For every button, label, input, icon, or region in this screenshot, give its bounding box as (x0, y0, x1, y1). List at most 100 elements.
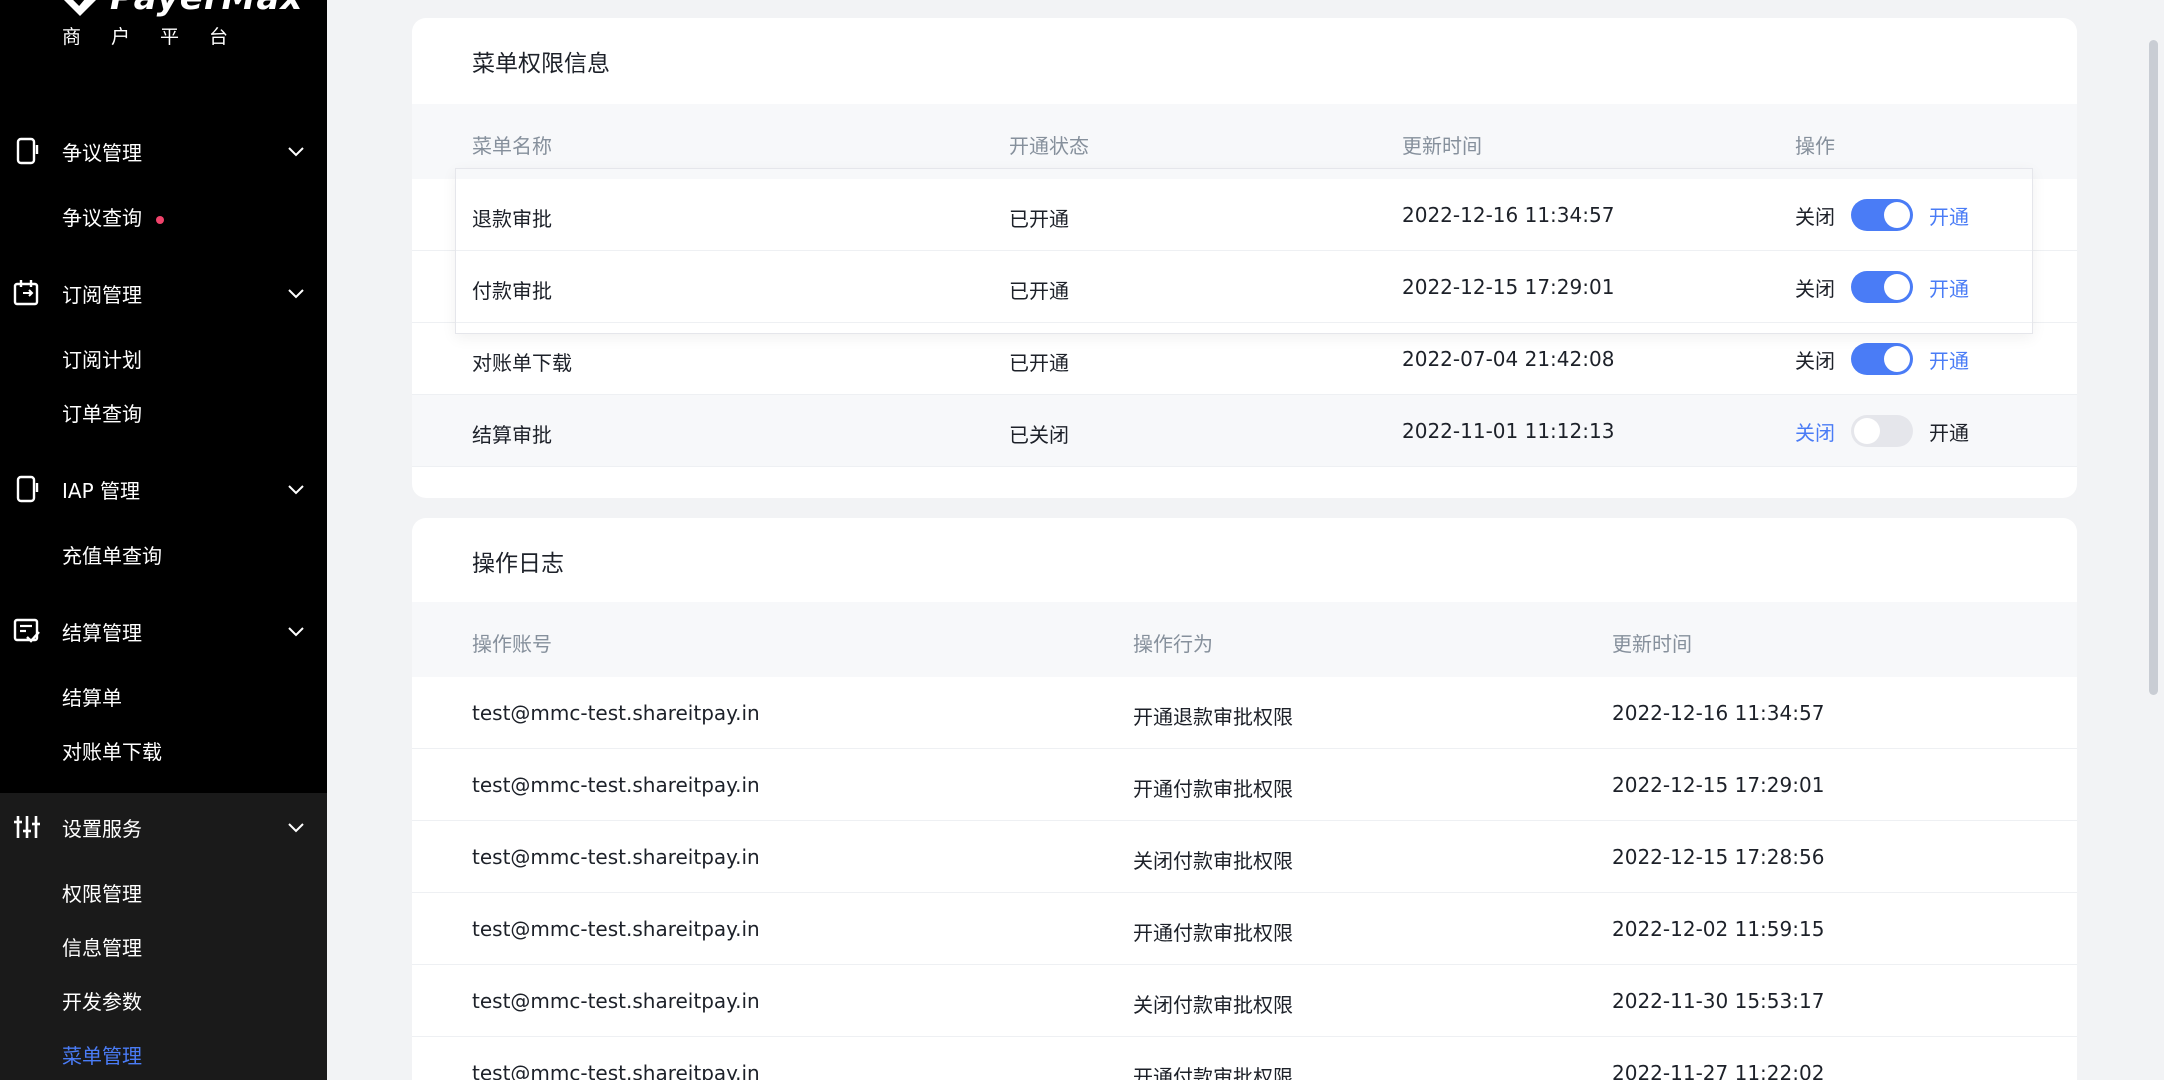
page-scrollbar[interactable] (2149, 40, 2158, 695)
menu-name: 付款审批 (472, 279, 552, 303)
menu-name: 对账单下载 (472, 351, 572, 375)
menu-name: 退款审批 (472, 207, 552, 231)
chevron-down-icon (288, 485, 304, 495)
permission-switch-group: 关闭 开通 (1795, 342, 1969, 376)
sliders-icon (14, 816, 40, 838)
sidebar-group-subscription[interactable]: 订阅管理 (0, 268, 327, 318)
permission-toggle[interactable] (1851, 199, 1913, 231)
brand-logo[interactable]: PayerMax (60, 0, 303, 18)
sidebar-item-dispute-query[interactable]: 争议查询 (62, 202, 164, 231)
brand-name: PayerMax (110, 0, 303, 18)
sidebar-item-subscription-plan[interactable]: 订阅计划 (62, 344, 142, 373)
toggle-knob (1884, 274, 1910, 300)
update-time: 2022-11-01 11:12:13 (1402, 419, 1615, 443)
operation-log-table-header: 操作账号 操作行为 更新时间 (412, 602, 2077, 677)
permission-switch-group: 关闭 开通 (1795, 198, 1969, 232)
open-label[interactable]: 开通 (1929, 345, 1969, 374)
sidebar-group-label: 争议管理 (62, 140, 142, 165)
update-time: 2022-12-15 17:28:56 (1612, 845, 1825, 869)
sidebar-group-label: IAP 管理 (62, 478, 140, 503)
sidebar-item-info-management[interactable]: 信息管理 (62, 932, 142, 961)
sidebar-item-settlement-bill[interactable]: 结算单 (62, 682, 122, 711)
chevron-down-icon (288, 627, 304, 637)
sidebar-group-label: 订阅管理 (62, 282, 142, 307)
update-time: 2022-12-02 11:59:15 (1612, 917, 1825, 941)
open-label[interactable]: 开通 (1929, 417, 1969, 446)
column-header-update-time: 更新时间 (1402, 134, 1482, 158)
operator-account: test@mmc-test.shareitpay.in (472, 989, 760, 1013)
menu-permission-table-header: 菜单名称 开通状态 更新时间 操作 (412, 104, 2077, 179)
logo-icon (64, 0, 96, 16)
update-time: 2022-12-15 17:29:01 (1612, 773, 1825, 797)
permission-switch-group: 关闭 开通 (1795, 414, 1969, 448)
open-label[interactable]: 开通 (1929, 201, 1969, 230)
sidebar: PayerMax 商户平台 争议管理 争议查询 订阅管理 订阅计划 订单查询 I… (0, 0, 327, 1080)
menu-permission-title: 菜单权限信息 (472, 51, 610, 77)
permission-toggle[interactable] (1851, 271, 1913, 303)
sidebar-group-dispute[interactable]: 争议管理 (0, 126, 327, 176)
column-header-update-time: 更新时间 (1612, 632, 1692, 656)
toggle-knob (1854, 418, 1880, 444)
menu-status: 已开通 (1009, 351, 1069, 375)
sidebar-group-iap[interactable]: IAP 管理 (0, 464, 327, 514)
table-row: test@mmc-test.shareitpay.in 关闭付款审批权限 202… (412, 965, 2077, 1037)
column-header-account: 操作账号 (472, 632, 552, 656)
table-row: test@mmc-test.shareitpay.in 开通付款审批权限 202… (412, 893, 2077, 965)
table-row: 对账单下载 已开通 2022-07-04 21:42:08 关闭 开通 (412, 323, 2077, 395)
calendar-icon (13, 280, 39, 306)
phone-icon (16, 475, 39, 503)
sidebar-group-label: 设置服务 (62, 816, 142, 841)
menu-status: 已开通 (1009, 207, 1069, 231)
update-time: 2022-11-30 15:53:17 (1612, 989, 1825, 1013)
update-time: 2022-07-04 21:42:08 (1402, 347, 1615, 371)
operation-action: 开通付款审批权限 (1133, 777, 1293, 801)
menu-status: 已开通 (1009, 279, 1069, 303)
update-time: 2022-11-27 11:22:02 (1612, 1061, 1825, 1080)
update-time: 2022-12-16 11:34:57 (1612, 701, 1825, 725)
chevron-down-icon (288, 823, 304, 833)
sidebar-item-statement-download[interactable]: 对账单下载 (62, 736, 162, 765)
table-row: 付款审批 已开通 2022-12-15 17:29:01 关闭 开通 (412, 251, 2077, 323)
operation-action: 开通付款审批权限 (1133, 921, 1293, 945)
operator-account: test@mmc-test.shareitpay.in (472, 773, 760, 797)
sidebar-item-dev-params[interactable]: 开发参数 (62, 986, 142, 1015)
table-row: test@mmc-test.shareitpay.in 关闭付款审批权限 202… (412, 821, 2077, 893)
notification-dot (156, 215, 164, 224)
permission-switch-group: 关闭 开通 (1795, 270, 1969, 304)
operation-action: 开通付款审批权限 (1133, 1065, 1293, 1080)
chevron-down-icon (288, 289, 304, 299)
operator-account: test@mmc-test.shareitpay.in (472, 845, 760, 869)
operation-action: 关闭付款审批权限 (1133, 849, 1293, 873)
chevron-down-icon (288, 147, 304, 157)
permission-toggle[interactable] (1851, 415, 1913, 447)
permission-toggle[interactable] (1851, 343, 1913, 375)
sidebar-item-recharge-query[interactable]: 充值单查询 (62, 540, 162, 569)
operation-action: 关闭付款审批权限 (1133, 993, 1293, 1017)
operator-account: test@mmc-test.shareitpay.in (472, 917, 760, 941)
sidebar-group-settings[interactable]: 设置服务 (0, 802, 327, 852)
operator-account: test@mmc-test.shareitpay.in (472, 1061, 760, 1080)
operation-action: 开通退款审批权限 (1133, 705, 1293, 729)
phone-icon (16, 137, 39, 165)
column-header-status: 开通状态 (1009, 134, 1089, 158)
close-label[interactable]: 关闭 (1795, 345, 1835, 374)
sidebar-group-settlement[interactable]: 结算管理 (0, 606, 327, 656)
table-row: test@mmc-test.shareitpay.in 开通付款审批权限 202… (412, 749, 2077, 821)
close-label[interactable]: 关闭 (1795, 417, 1835, 446)
sidebar-item-permission-management[interactable]: 权限管理 (62, 878, 142, 907)
toggle-knob (1884, 346, 1910, 372)
sidebar-item-menu-management[interactable]: 菜单管理 (62, 1040, 142, 1069)
open-label[interactable]: 开通 (1929, 273, 1969, 302)
table-row: 结算审批 已关闭 2022-11-01 11:12:13 关闭 开通 (412, 395, 2077, 467)
close-label[interactable]: 关闭 (1795, 201, 1835, 230)
menu-name: 结算审批 (472, 423, 552, 447)
operator-account: test@mmc-test.shareitpay.in (472, 701, 760, 725)
close-label[interactable]: 关闭 (1795, 273, 1835, 302)
checklist-icon (13, 618, 40, 643)
update-time: 2022-12-16 11:34:57 (1402, 203, 1615, 227)
sidebar-item-order-query[interactable]: 订单查询 (62, 398, 142, 427)
sidebar-group-label: 结算管理 (62, 620, 142, 645)
table-row: 退款审批 已开通 2022-12-16 11:34:57 关闭 开通 (412, 179, 2077, 251)
table-row: test@mmc-test.shareitpay.in 开通退款审批权限 202… (412, 677, 2077, 749)
column-header-operation: 操作 (1795, 134, 1835, 158)
